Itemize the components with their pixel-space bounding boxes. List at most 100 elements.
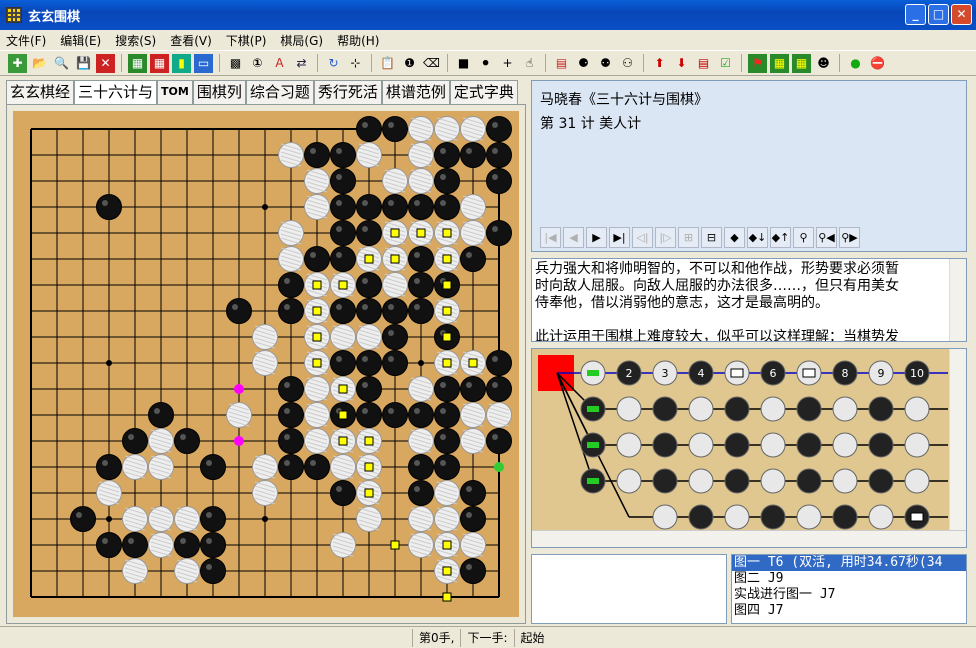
stone-mark-icon[interactable]: ⚇: [618, 54, 637, 73]
black-stone[interactable]: [330, 168, 356, 194]
number-icon[interactable]: ①: [248, 54, 267, 73]
tab-go-list[interactable]: 围棋列: [192, 80, 246, 104]
black-stone[interactable]: [460, 246, 486, 272]
plus-icon[interactable]: +: [498, 54, 517, 73]
tree-white-node[interactable]: [760, 432, 786, 458]
black-stone[interactable]: [174, 428, 200, 454]
rotate-icon[interactable]: ↻: [324, 54, 343, 73]
black-stone[interactable]: [304, 454, 330, 480]
delete-icon[interactable]: ✕: [96, 53, 115, 73]
tree-white-node[interactable]: [616, 396, 642, 422]
chart-icon[interactable]: ▮: [172, 53, 191, 73]
black-stone[interactable]: [356, 376, 382, 402]
black-stone[interactable]: [330, 298, 356, 324]
black-stone[interactable]: [460, 376, 486, 402]
tree-white-node[interactable]: [688, 396, 714, 422]
black-stone[interactable]: [460, 142, 486, 168]
menu-game[interactable]: 棋局(G): [280, 32, 323, 49]
black-stone[interactable]: [96, 194, 122, 220]
menu-view[interactable]: 查看(V): [170, 32, 212, 49]
black-stone[interactable]: [434, 168, 460, 194]
black-stone[interactable]: [434, 454, 460, 480]
mark-up-icon[interactable]: ◆↑: [770, 227, 791, 248]
minimize-button[interactable]: _: [905, 4, 926, 25]
open-icon[interactable]: 📂: [30, 54, 49, 73]
list-item[interactable]: 实战进行图一 J7: [732, 587, 966, 603]
tab-game-records[interactable]: 棋谱范例: [381, 80, 450, 104]
list-item[interactable]: 图二 J9: [732, 571, 966, 587]
black-stone[interactable]: [382, 298, 408, 324]
tree-black-node[interactable]: [796, 432, 822, 458]
black-stone[interactable]: [408, 246, 434, 272]
check-icon[interactable]: ☑: [716, 54, 735, 73]
black-stone[interactable]: [278, 376, 304, 402]
tree-black-node[interactable]: [868, 396, 894, 422]
black-stone[interactable]: [122, 428, 148, 454]
tree-white-node[interactable]: [868, 504, 894, 530]
black-stone[interactable]: [226, 298, 252, 324]
menu-file[interactable]: 文件(F): [6, 32, 46, 49]
tab-joseki[interactable]: 定式字典: [449, 80, 518, 104]
black-stone[interactable]: [486, 428, 512, 454]
prev-move-button[interactable]: ◀: [563, 227, 584, 248]
tree-white-node[interactable]: [904, 468, 930, 494]
tree-white-node[interactable]: [832, 396, 858, 422]
up-red-icon[interactable]: ⬆: [650, 54, 669, 73]
go-board[interactable]: [13, 111, 519, 617]
maximize-button[interactable]: □: [928, 4, 949, 25]
black-stone[interactable]: [434, 194, 460, 220]
tree-white-node[interactable]: [760, 468, 786, 494]
tab-xuanxuan[interactable]: 玄玄棋经: [6, 80, 75, 104]
black-stone[interactable]: [382, 350, 408, 376]
list-item[interactable]: 图一 T6 (双活, 用时34.67秒(34: [732, 555, 966, 571]
tree-black-node[interactable]: [724, 432, 750, 458]
black-stone-icon[interactable]: ■: [454, 54, 473, 73]
board2-icon[interactable]: ▦: [150, 53, 169, 73]
tab-tom[interactable]: TOM: [157, 80, 193, 104]
comment-scrollbar[interactable]: [949, 259, 966, 341]
mark-down-icon[interactable]: ◆↓: [747, 227, 768, 248]
piece-mix-icon[interactable]: ▦: [792, 53, 811, 73]
black-stone[interactable]: [304, 142, 330, 168]
tree-white-node[interactable]: [832, 432, 858, 458]
black-stone[interactable]: [486, 142, 512, 168]
black-stone[interactable]: [174, 532, 200, 558]
next-move-button[interactable]: ▶: [586, 227, 607, 248]
tree-white-node[interactable]: [904, 396, 930, 422]
next-var-button[interactable]: |▷: [655, 227, 676, 248]
black-stone[interactable]: [96, 532, 122, 558]
black-stone[interactable]: [486, 376, 512, 402]
black-stone[interactable]: [408, 480, 434, 506]
go-green-icon[interactable]: ●: [846, 54, 865, 73]
black-stone[interactable]: [70, 506, 96, 532]
black-stone[interactable]: [356, 402, 382, 428]
black-stone[interactable]: [382, 116, 408, 142]
flag-icon[interactable]: ⚑: [748, 53, 767, 73]
last-move-button[interactable]: ▶|: [609, 227, 630, 248]
tree-hscroll[interactable]: [532, 530, 966, 547]
mark-icon[interactable]: ◆: [724, 227, 745, 248]
tree-white-node[interactable]: [652, 504, 678, 530]
tree-white-node[interactable]: [688, 468, 714, 494]
variation-tree[interactable]: 2 3 4 6 8 9 10: [532, 349, 948, 531]
black-stone[interactable]: [408, 194, 434, 220]
tab-exercises[interactable]: 综合习题: [245, 80, 314, 104]
tree-vscroll[interactable]: [949, 349, 966, 531]
black-stone[interactable]: [278, 402, 304, 428]
tree-black-node[interactable]: [868, 468, 894, 494]
black-stone[interactable]: [330, 194, 356, 220]
tree-black-node[interactable]: [832, 504, 858, 530]
black-stone[interactable]: [330, 246, 356, 272]
black-stone[interactable]: [356, 116, 382, 142]
down-red-icon[interactable]: ⬇: [672, 54, 691, 73]
tree-black-node[interactable]: [688, 504, 714, 530]
black-stone[interactable]: [408, 402, 434, 428]
black-stone[interactable]: [460, 506, 486, 532]
black-stone[interactable]: [486, 168, 512, 194]
tree-black-node[interactable]: [652, 468, 678, 494]
piece-green-icon[interactable]: ▦: [770, 53, 789, 73]
black-stone[interactable]: [486, 220, 512, 246]
list-item[interactable]: 图四 J7: [732, 603, 966, 619]
black-stone[interactable]: [330, 142, 356, 168]
close-button[interactable]: ✕: [951, 4, 972, 25]
